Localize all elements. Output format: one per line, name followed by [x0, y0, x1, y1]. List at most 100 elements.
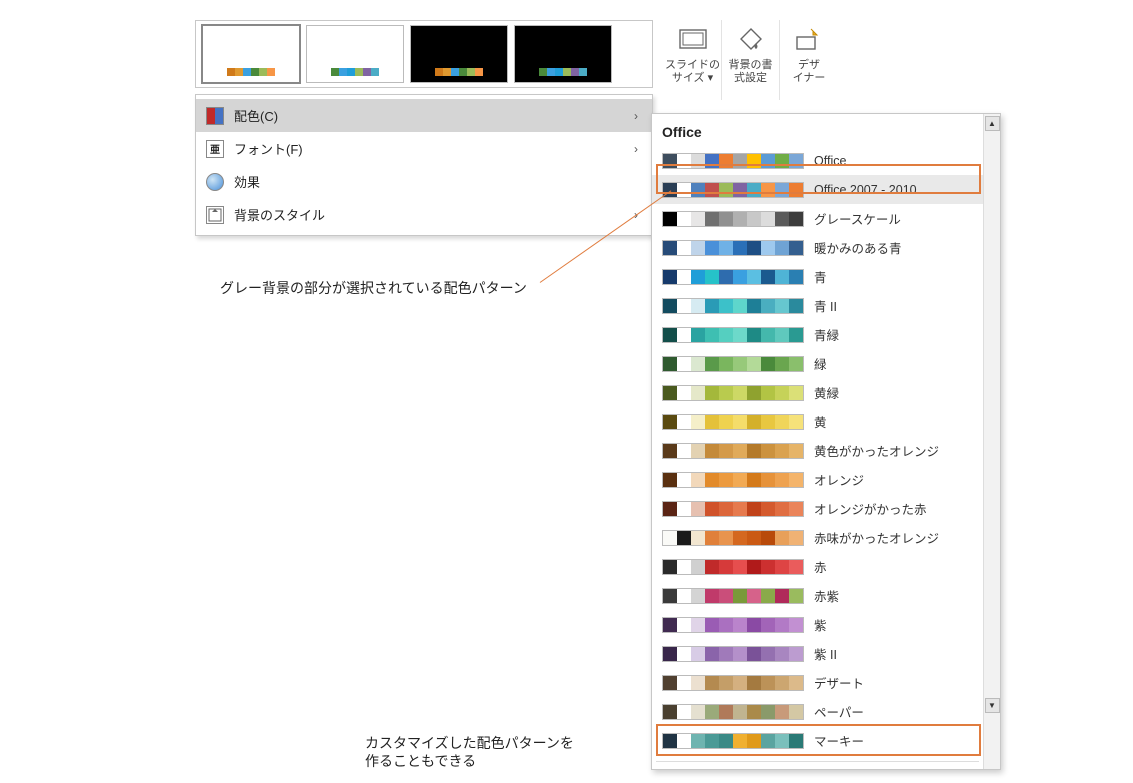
scroll-down-button[interactable]: ▼ [985, 698, 1000, 713]
color-scheme-label: マーキー [814, 731, 973, 750]
popup-colors[interactable]: 配色(C) › [196, 99, 652, 132]
color-swatch-set [662, 675, 804, 691]
color-scheme-item[interactable]: 緑 [652, 349, 983, 378]
popup-effects[interactable]: 効果 [196, 165, 652, 198]
color-scheme-item[interactable]: 紫 II [652, 639, 983, 668]
annotation-selected-scheme: グレー背景の部分が選択されている配色パターン [220, 278, 527, 298]
color-scheme-item[interactable]: マーキー [652, 726, 983, 755]
popup-fonts[interactable]: 亜 フォント(F) › [196, 132, 652, 165]
color-scheme-item[interactable]: ペーパー [652, 697, 983, 726]
color-scheme-item[interactable]: オレンジ [652, 465, 983, 494]
color-scheme-item[interactable]: 青 II [652, 291, 983, 320]
color-scheme-item[interactable]: 黄緑 [652, 378, 983, 407]
color-scheme-label: Office 2007 - 2010 [814, 183, 973, 197]
color-scheme-item[interactable]: 青 [652, 262, 983, 291]
color-scheme-item[interactable]: グレースケール [652, 204, 983, 233]
customize-colors[interactable]: 色のカスタマイズ(C)... [652, 768, 983, 769]
designer-icon [793, 24, 825, 54]
background-format-button[interactable]: 背景の書 式設定 [722, 20, 780, 100]
color-scheme-item[interactable]: 赤 [652, 552, 983, 581]
color-scheme-label: 黄色がかったオレンジ [814, 441, 973, 460]
effects-icon [206, 173, 224, 191]
designer-label: デザ イナー [793, 59, 826, 84]
color-scheme-item[interactable]: オレンジがかった赤 [652, 494, 983, 523]
color-scheme-label: 赤紫 [814, 586, 973, 605]
color-swatch-set [662, 298, 804, 314]
color-scheme-label: Office [814, 154, 973, 168]
separator [656, 761, 979, 762]
variant-thumb-3[interactable] [410, 25, 508, 83]
color-swatch-set [662, 588, 804, 604]
color-swatch-set [662, 414, 804, 430]
fonts-icon: 亜 [206, 140, 224, 158]
color-scheme-item[interactable]: Office 2007 - 2010 [652, 175, 983, 204]
scrollbar[interactable]: ▲ ▼ [983, 114, 1000, 769]
background-format-icon [735, 24, 767, 54]
variant-swatch [435, 68, 483, 76]
color-swatch-set [662, 385, 804, 401]
variant-thumb-2[interactable] [306, 25, 404, 83]
variant-thumb-1[interactable] [202, 25, 300, 83]
variants-popup: 配色(C) › 亜 フォント(F) › 効果 背景のスタイル › [195, 94, 653, 236]
popup-bg-styles[interactable]: 背景のスタイル › [196, 198, 652, 231]
color-scheme-item[interactable]: 黄色がかったオレンジ [652, 436, 983, 465]
color-scheme-label: 黄 [814, 412, 973, 431]
bg-styles-icon [206, 206, 224, 224]
variant-swatch [331, 68, 379, 76]
annotation-customize-1: カスタマイズした配色パターンを [365, 733, 574, 753]
color-scheme-label: 赤味がかったオレンジ [814, 528, 973, 547]
popup-fonts-label: フォント(F) [234, 139, 624, 158]
color-swatch-set [662, 269, 804, 285]
color-swatch-set [662, 240, 804, 256]
annotation-customize-2: 作ることもできる [365, 751, 476, 771]
ribbon-group-customize: スライドの サイズ ▾ 背景の書 式設定 デザ イナー [664, 20, 838, 100]
flyout-header: Office [652, 120, 983, 146]
scroll-up-button[interactable]: ▲ [985, 116, 1000, 131]
color-scheme-item[interactable]: 赤紫 [652, 581, 983, 610]
slide-size-icon [677, 24, 709, 54]
slide-size-label: スライドの サイズ ▾ [665, 59, 720, 84]
colors-icon [206, 107, 224, 125]
color-scheme-label: オレンジ [814, 470, 973, 489]
variant-swatch [227, 68, 275, 76]
variant-thumb-4[interactable] [514, 25, 612, 83]
popup-bg-styles-label: 背景のスタイル [234, 205, 624, 224]
color-swatch-set [662, 617, 804, 633]
color-scheme-label: 青 II [814, 296, 973, 315]
color-swatch-set [662, 472, 804, 488]
color-scheme-item[interactable]: Office [652, 146, 983, 175]
color-scheme-item[interactable]: 赤味がかったオレンジ [652, 523, 983, 552]
color-scheme-item[interactable]: デザート [652, 668, 983, 697]
color-swatch-set [662, 153, 804, 169]
color-scheme-label: 暖かみのある青 [814, 238, 973, 257]
color-scheme-flyout: Office Office Office 2007 - 2010 グレースケール暖か… [651, 113, 1001, 770]
slide-size-button[interactable]: スライドの サイズ ▾ [664, 20, 722, 100]
color-swatch-set [662, 733, 804, 749]
color-scheme-label: グレースケール [814, 209, 973, 228]
variant-gallery [195, 20, 653, 88]
chevron-right-icon: › [634, 142, 638, 156]
popup-colors-label: 配色(C) [234, 106, 624, 125]
color-swatch-set [662, 501, 804, 517]
color-scheme-label: 紫 II [814, 644, 973, 663]
color-scheme-label: 緑 [814, 354, 973, 373]
color-swatch-set [662, 530, 804, 546]
color-swatch-set [662, 356, 804, 372]
color-scheme-item[interactable]: 暖かみのある青 [652, 233, 983, 262]
color-scheme-label: ペーパー [814, 702, 973, 721]
popup-effects-label: 効果 [234, 172, 638, 191]
color-swatch-set [662, 182, 804, 198]
designer-button[interactable]: デザ イナー [780, 20, 838, 100]
color-scheme-label: オレンジがかった赤 [814, 499, 973, 518]
variant-swatch [539, 68, 587, 76]
color-swatch-set [662, 327, 804, 343]
color-scheme-label: 紫 [814, 615, 973, 634]
color-scheme-label: 黄緑 [814, 383, 973, 402]
color-scheme-item[interactable]: 紫 [652, 610, 983, 639]
chevron-right-icon: › [634, 109, 638, 123]
color-scheme-item[interactable]: 黄 [652, 407, 983, 436]
background-format-label: 背景の書 式設定 [729, 59, 773, 84]
color-scheme-label: 青緑 [814, 325, 973, 344]
color-scheme-item[interactable]: 青緑 [652, 320, 983, 349]
color-swatch-set [662, 704, 804, 720]
